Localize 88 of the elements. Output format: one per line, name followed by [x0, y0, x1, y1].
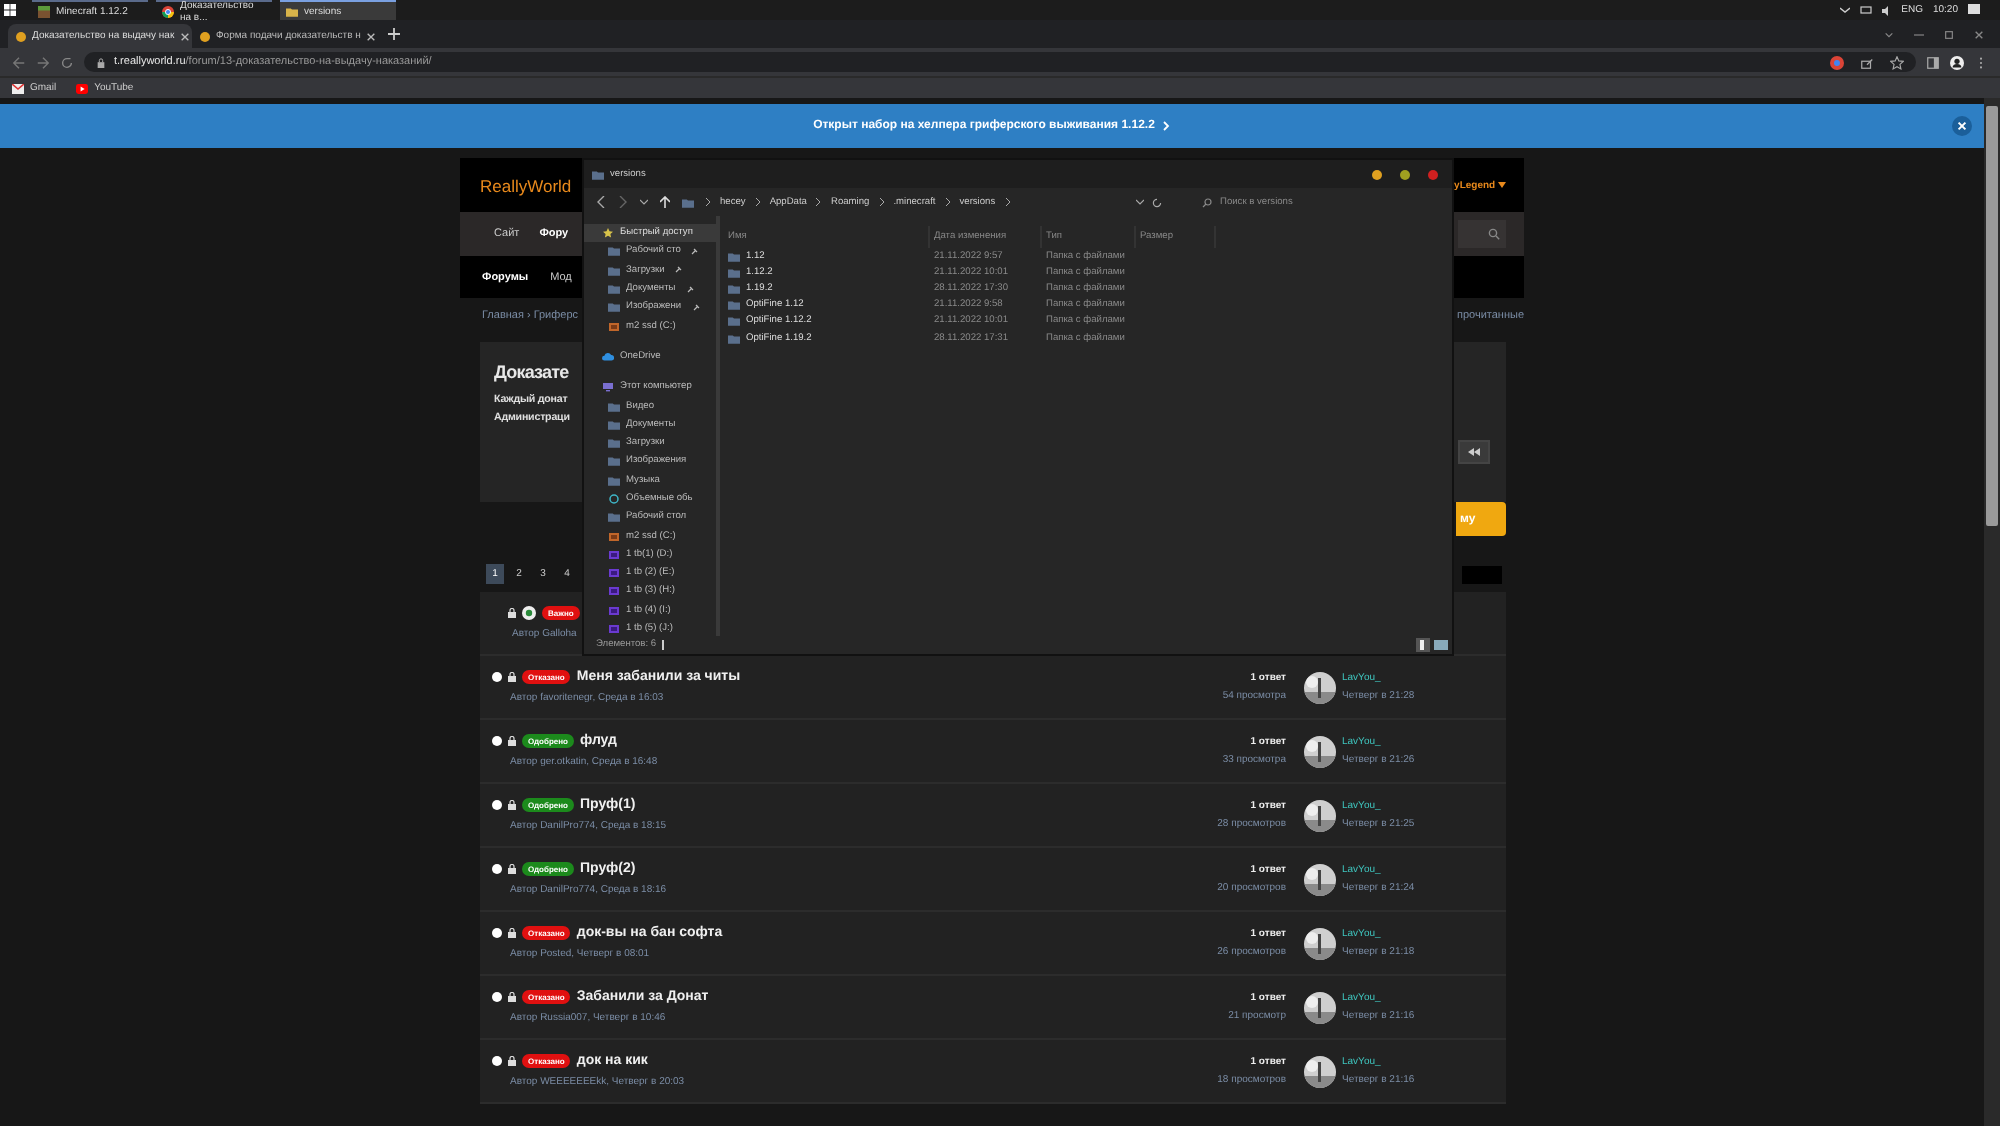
thumbnail-view-icon[interactable] — [1434, 638, 1448, 652]
drive-icon — [608, 321, 620, 332]
close-icon[interactable] — [180, 31, 191, 41]
unread-dot — [492, 800, 502, 810]
drive-icon — [608, 605, 620, 616]
folder-icon — [592, 169, 604, 179]
share-icon[interactable] — [1860, 55, 1874, 69]
drive-icon — [608, 568, 620, 579]
close-icon[interactable] — [1952, 116, 1972, 136]
site-icon — [200, 31, 210, 41]
search-icon — [1488, 228, 1500, 240]
scrollbar[interactable] — [1984, 98, 2000, 1126]
unread-dot — [492, 1056, 502, 1066]
network-icon[interactable] — [1859, 5, 1872, 15]
unread-dot — [492, 992, 502, 1002]
chevron-icon — [816, 198, 821, 206]
avatar — [1304, 735, 1336, 767]
site-icon — [16, 31, 26, 41]
speaker-icon[interactable] — [1881, 5, 1892, 15]
chevron-icon — [879, 198, 884, 206]
forum-title: Доказате — [494, 362, 569, 382]
lock-icon — [508, 1056, 516, 1066]
notification-icon[interactable] — [1968, 4, 1980, 16]
lock-icon — [508, 800, 516, 810]
avatar — [1304, 1055, 1336, 1087]
unread-dot — [492, 672, 502, 682]
grass-block-icon — [38, 5, 50, 17]
avatar — [1304, 927, 1336, 959]
chevron-icon — [1162, 120, 1171, 132]
back-icon[interactable] — [596, 196, 606, 208]
star-icon — [602, 228, 614, 239]
forward-icon[interactable] — [618, 196, 628, 208]
lock-icon — [96, 57, 106, 67]
lock-icon — [508, 608, 516, 618]
maximize-button[interactable] — [1400, 169, 1410, 179]
new-tab-icon[interactable] — [384, 24, 404, 44]
avatar — [1304, 671, 1336, 703]
star-icon[interactable] — [1890, 55, 1904, 69]
lock-icon — [508, 992, 516, 1002]
double-arrow-icon — [1468, 448, 1480, 456]
start-button[interactable] — [0, 0, 20, 20]
monitor-icon — [602, 382, 614, 393]
refresh-icon[interactable] — [1152, 197, 1162, 207]
folder-icon — [608, 512, 620, 523]
details-view-icon[interactable] — [1416, 638, 1430, 652]
mail-icon — [12, 83, 24, 93]
play-icon — [76, 83, 89, 93]
restore-icon[interactable] — [1944, 29, 1954, 39]
chevron-icon[interactable] — [1839, 6, 1850, 14]
site-logo[interactable]: ReallyWorld — [480, 175, 572, 195]
folder-icon — [682, 197, 694, 207]
forward-icon[interactable] — [36, 55, 50, 69]
avatar — [1304, 799, 1336, 831]
minimize-button[interactable] — [1372, 169, 1382, 179]
cube-icon — [608, 494, 620, 504]
drive-icon — [608, 531, 620, 542]
unread-dot — [492, 928, 502, 938]
lock-icon — [508, 672, 516, 682]
reload-icon[interactable] — [60, 55, 74, 69]
drive-icon — [608, 549, 620, 560]
unread-dot — [492, 736, 502, 746]
caret-icon[interactable] — [640, 198, 648, 206]
close-button[interactable] — [1428, 169, 1438, 179]
caret-icon[interactable] — [1884, 29, 1894, 39]
chevron-icon — [945, 198, 950, 206]
avatar — [1304, 863, 1336, 895]
rss-button[interactable] — [1458, 440, 1490, 464]
browser-icon — [162, 5, 174, 17]
lock-icon — [508, 736, 516, 746]
cloud-icon — [602, 351, 614, 362]
side-panel-icon[interactable] — [1926, 55, 1940, 69]
close-icon[interactable] — [1974, 29, 1984, 39]
profile-icon[interactable] — [1950, 55, 1964, 69]
search-icon — [1202, 197, 1212, 207]
chevron-icon — [755, 198, 760, 206]
lock-icon — [508, 928, 516, 938]
drive-icon — [608, 624, 620, 635]
close-icon[interactable] — [366, 31, 377, 41]
unread-dot — [492, 864, 502, 874]
minimize-icon[interactable] — [1914, 29, 1924, 39]
caret-icon[interactable] — [1136, 198, 1144, 206]
up-icon[interactable] — [660, 196, 670, 208]
search-field[interactable] — [1458, 220, 1506, 248]
chevron-icon — [1005, 198, 1010, 206]
caret-icon — [1498, 181, 1506, 187]
drive-icon — [608, 586, 620, 597]
lock-icon — [508, 864, 516, 874]
avatar — [1304, 991, 1336, 1023]
